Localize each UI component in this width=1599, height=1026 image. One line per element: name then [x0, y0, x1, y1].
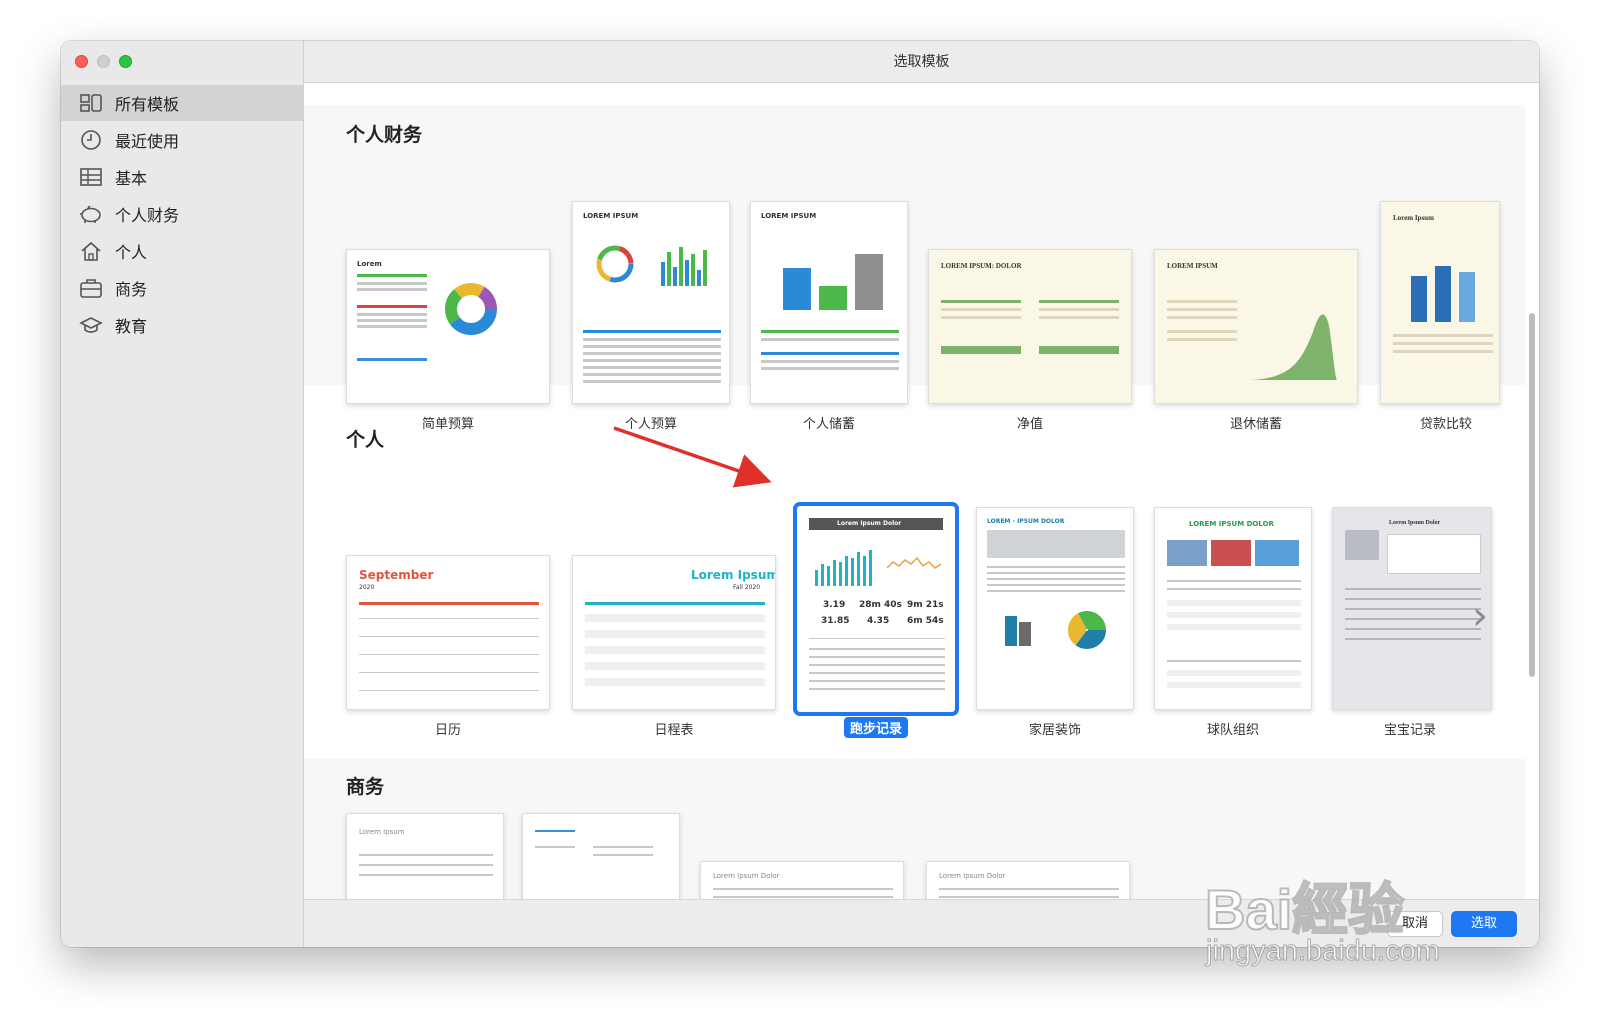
thumb-heading: LOREM IPSUM — [1167, 262, 1218, 270]
sidebar-item-personal[interactable]: 个人 — [61, 233, 303, 269]
window-controls — [75, 55, 132, 68]
thumb-subheading: 2020 — [359, 584, 375, 591]
stat-value: 3.19 — [823, 600, 846, 610]
bar-chart-icon — [1005, 616, 1031, 646]
template-thumbnail-calendar[interactable]: September 2020 — [346, 555, 550, 710]
thumb-heading: LOREM IPSUM — [761, 212, 817, 220]
template-label-selected[interactable]: 跑步记录 — [843, 717, 909, 738]
thumb-subheading: Fall 2020 — [733, 584, 761, 591]
sidebar-item-business[interactable]: 商务 — [61, 270, 303, 306]
thumb-heading: Lorem Ipsum — [1393, 214, 1434, 222]
bar-chart-icon — [783, 254, 883, 310]
table-icon — [80, 168, 102, 186]
section-title: 个人 — [346, 429, 385, 451]
template-chooser-window: 所有模板 最近使用 基本 个人财务 个人 商务 教育 选取模板 个人财务 Lor… — [61, 41, 1539, 947]
template-thumbnail-business-3[interactable]: Lorem Ipsum Dolor — [700, 861, 904, 899]
template-thumbnail-simple-budget[interactable]: Lorem — [346, 249, 550, 404]
template-gallery: 个人财务 Lorem 简单预算 LOREM IPSUM 个人预算 LOREM I… — [304, 83, 1539, 899]
sidebar-item-label: 教育 — [115, 317, 148, 336]
thumb-heading: LOREM - IPSUM DOLOR — [987, 518, 1065, 525]
sidebar-item-education[interactable]: 教育 — [61, 307, 303, 343]
template-label[interactable]: 家居装饰 — [1029, 719, 1081, 738]
thumb-heading: Lorem Ipsum Dolor — [1389, 520, 1441, 526]
stat-value: 28m 40s — [859, 600, 902, 610]
minimize-button[interactable] — [97, 55, 110, 68]
thumb-heading: LOREM IPSUM: DOLOR — [941, 262, 1022, 270]
template-thumbnail-personal-savings[interactable]: LOREM IPSUM — [750, 201, 908, 404]
sidebar-item-label: 所有模板 — [115, 95, 180, 114]
template-label[interactable]: 贷款比较 — [1420, 413, 1472, 432]
sidebar-item-basic[interactable]: 基本 — [61, 159, 303, 195]
close-button[interactable] — [75, 55, 88, 68]
watermark-logo-text: Bai經验 — [1204, 877, 1405, 942]
thumb-heading: Lorem — [357, 260, 382, 268]
sidebar-item-label: 基本 — [115, 169, 148, 188]
template-thumbnail-net-worth[interactable]: LOREM IPSUM: DOLOR — [928, 249, 1132, 404]
stat-value: 31.85 — [821, 616, 850, 626]
sidebar-item-label: 最近使用 — [115, 132, 180, 151]
template-label[interactable]: 退休储蓄 — [1230, 413, 1282, 432]
house-icon — [81, 241, 101, 261]
sidebar-nav: 所有模板 最近使用 基本 个人财务 个人 商务 教育 — [61, 85, 303, 344]
sidebar-item-label: 商务 — [115, 280, 148, 299]
sidebar-item-recent[interactable]: 最近使用 — [61, 122, 303, 158]
thumb-heading: LOREM IPSUM DOLOR — [1189, 520, 1274, 528]
thumb-heading: September — [359, 568, 434, 582]
template-thumbnail-home-improvement[interactable]: LOREM - IPSUM DOLOR — [976, 507, 1134, 710]
thumb-heading: Lorem Ipsum — [359, 828, 405, 836]
vertical-scrollbar[interactable] — [1529, 313, 1535, 677]
template-thumbnail-business-1[interactable]: Lorem Ipsum — [346, 813, 504, 899]
briefcase-icon — [80, 279, 102, 298]
template-thumbnail-retirement-savings[interactable]: LOREM IPSUM — [1154, 249, 1358, 404]
scroll-right-chevron-icon[interactable]: › — [1472, 593, 1488, 639]
all-templates-icon — [80, 94, 102, 112]
window-title: 选取模板 — [304, 41, 1539, 83]
template-label[interactable]: 日程表 — [654, 719, 693, 738]
choose-button[interactable]: 选取 — [1451, 911, 1517, 937]
stat-value: 4.35 — [867, 616, 890, 626]
ring-chart-icon — [596, 245, 634, 283]
template-label[interactable]: 净值 — [1017, 413, 1043, 432]
section-title: 商务 — [346, 776, 385, 798]
template-label[interactable]: 球队组织 — [1207, 719, 1259, 738]
template-thumbnail-personal-budget[interactable]: LOREM IPSUM — [572, 201, 730, 404]
template-label[interactable]: 个人储蓄 — [803, 413, 855, 432]
watermark-url-text: jingyan.baidu.com — [1206, 935, 1441, 968]
thumb-heading: Lorem Ipsum — [691, 568, 776, 582]
graduation-cap-icon — [79, 317, 103, 333]
stat-value: 9m 21s — [907, 600, 944, 610]
template-label[interactable]: 宝宝记录 — [1384, 719, 1436, 738]
template-thumbnail-baby-log[interactable]: Lorem Ipsum Dolor — [1332, 507, 1492, 710]
piggy-bank-icon — [80, 205, 101, 223]
sidebar-item-personal-finance[interactable]: 个人财务 — [61, 196, 303, 232]
template-thumbnail-business-2[interactable] — [522, 813, 680, 899]
stat-value: 6m 54s — [907, 616, 944, 626]
template-thumbnail-running-log[interactable]: Lorem Ipsum Dolor 3.19 28m 40s 9m 21s 31… — [794, 503, 958, 715]
template-label[interactable]: 个人预算 — [625, 413, 677, 432]
template-label[interactable]: 简单预算 — [422, 413, 474, 432]
thumb-heading: Lorem Ipsum Dolor — [837, 520, 902, 527]
clock-icon — [81, 130, 101, 150]
sidebar-item-label: 个人 — [115, 243, 148, 262]
sidebar-item-all-templates[interactable]: 所有模板 — [61, 85, 303, 121]
template-thumbnail-loan-comparison[interactable]: Lorem Ipsum — [1380, 201, 1500, 404]
template-thumbnail-schedule[interactable]: Lorem Ipsum Fall 2020 — [572, 555, 776, 710]
donut-chart-icon — [445, 283, 497, 335]
thumb-heading: Lorem Ipsum Dolor — [713, 872, 780, 880]
area-chart-icon — [1251, 314, 1337, 380]
template-thumbnail-team-organization[interactable]: LOREM IPSUM DOLOR — [1154, 507, 1312, 710]
pie-chart-icon — [1068, 611, 1106, 649]
template-label[interactable]: 日历 — [435, 719, 461, 738]
thumb-heading: LOREM IPSUM — [583, 212, 639, 220]
sparkline-chart-icon — [815, 550, 942, 586]
thumb-heading: Lorem Ipsum Dolor — [939, 872, 1006, 880]
bar-chart-icon — [1411, 266, 1475, 322]
section-title: 个人财务 — [346, 124, 423, 146]
template-thumbnail-business-4[interactable]: Lorem Ipsum Dolor — [926, 861, 1130, 899]
sidebar: 所有模板 最近使用 基本 个人财务 个人 商务 教育 — [61, 41, 304, 947]
zoom-button[interactable] — [119, 55, 132, 68]
bar-chart-icon — [661, 247, 707, 286]
sidebar-item-label: 个人财务 — [115, 206, 180, 225]
